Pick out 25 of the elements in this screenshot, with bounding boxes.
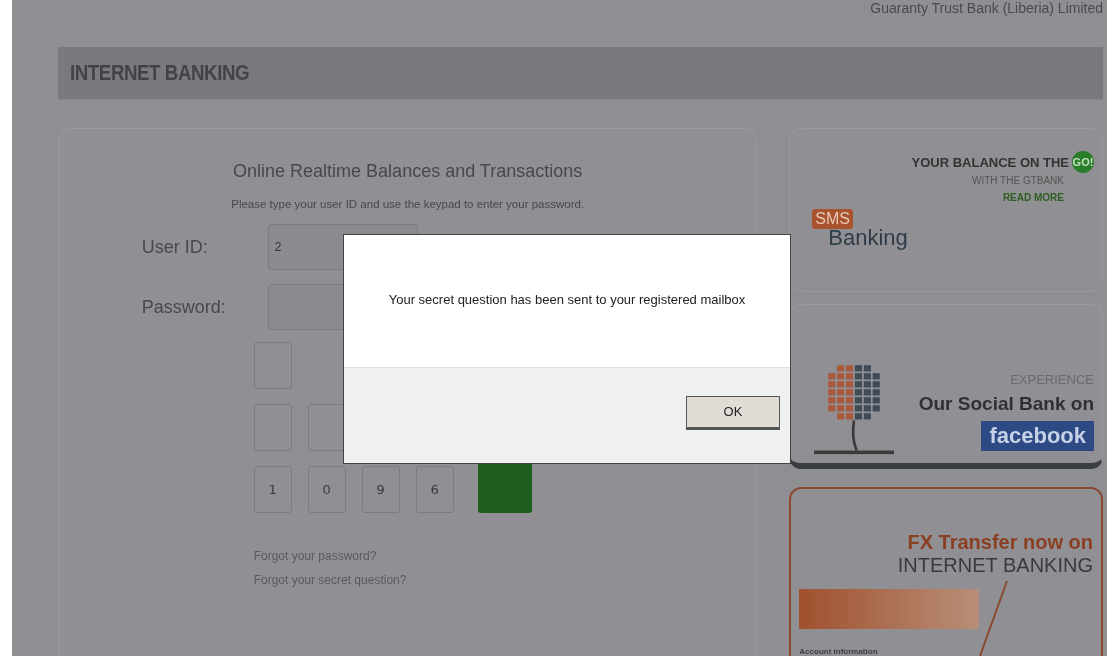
user-id-label: User ID: (140, 236, 209, 258)
keypad-key[interactable]: 1 (253, 466, 292, 513)
login-heading: Online Realtime Balances and Transactions (233, 161, 583, 182)
keypad-key[interactable] (307, 404, 346, 451)
ad-caption: Account Information (799, 647, 878, 656)
ad-headline: YOUR BALANCE ON THE (911, 154, 1069, 170)
ok-button[interactable]: OK (686, 395, 780, 430)
ad-headline: FX Transfer now on (907, 531, 1093, 554)
ad-subline: WITH THE GTBANK (971, 175, 1064, 186)
go-badge: GO! (1072, 151, 1094, 173)
read-more-link[interactable]: READ MORE (1002, 192, 1064, 203)
speech-bubble-logo: SMS (812, 209, 853, 229)
sms-banking-ad[interactable]: YOUR BALANCE ON THE GO! WITH THE GTBANK READ MORE SMS Banking (789, 128, 1103, 292)
instructions-text: Please type your user ID and use the keypad to enter your password. (231, 198, 585, 210)
alert-message: Your secret question has been sent to your registered mailbox (388, 291, 746, 307)
keypad-key[interactable]: 0 (307, 466, 346, 513)
keypad-key[interactable]: 9 (361, 466, 400, 513)
ad-headline: Our Social Bank on (918, 393, 1094, 415)
password-label: Password: (140, 296, 227, 318)
keypad-key[interactable]: 6 (415, 466, 454, 513)
page-title: INTERNET BANKING (70, 60, 250, 86)
facebook-logo: facebook (981, 421, 1094, 451)
bank-name: Guaranty Trust Bank (Liberia) Limited (869, 1, 1103, 15)
ad-subline: INTERNET BANKING (897, 554, 1093, 577)
fx-transfer-ad[interactable]: FX Transfer now on INTERNET BANKING Account Information (789, 487, 1103, 656)
